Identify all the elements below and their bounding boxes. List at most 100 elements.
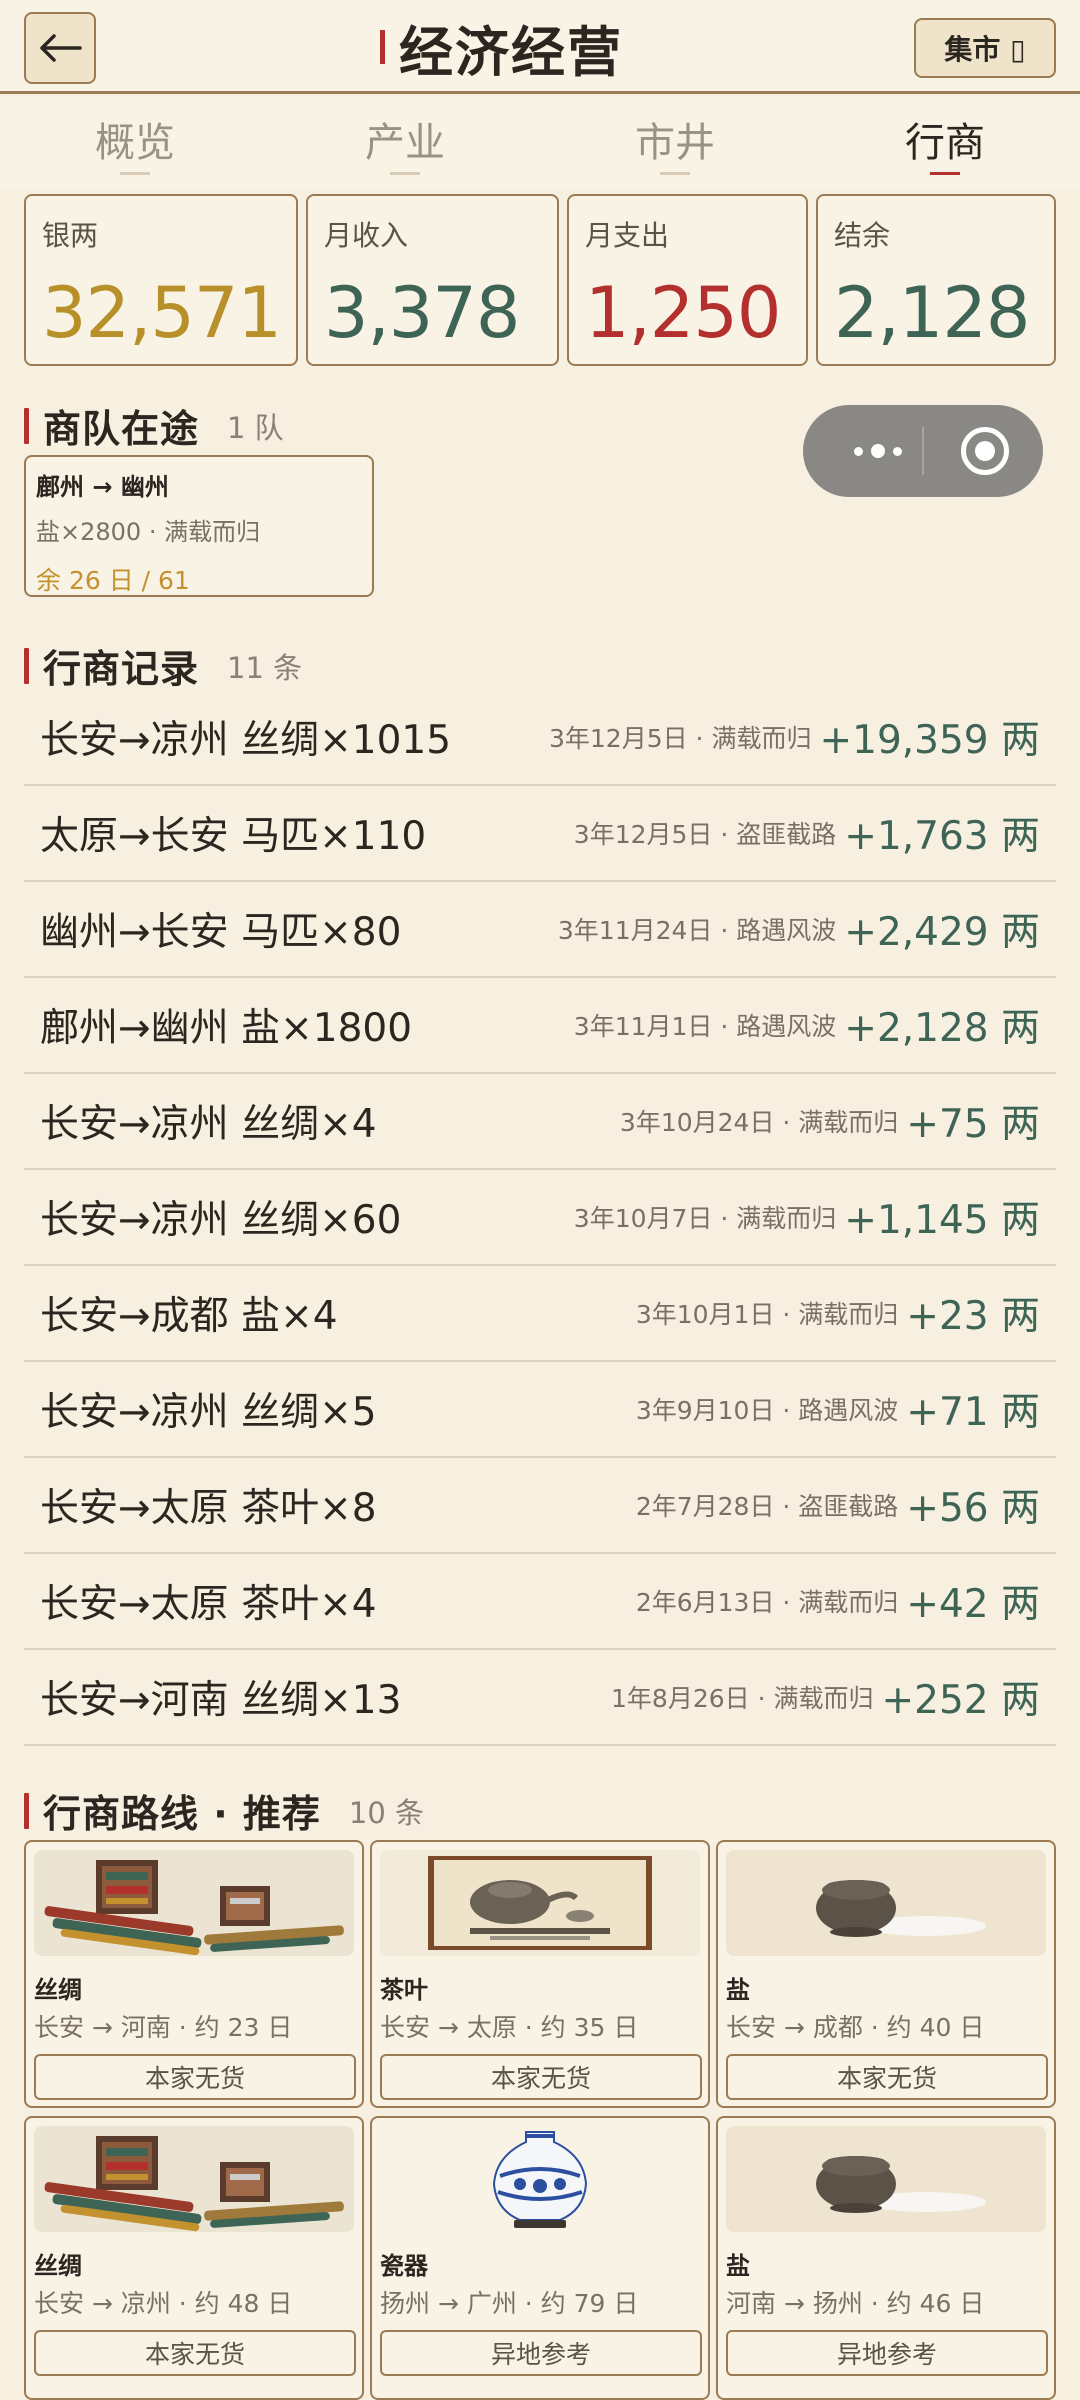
record-title: 鄜州→幽州 盐×1800 — [40, 1006, 413, 1051]
tab-label: 行商 — [905, 120, 985, 166]
stat-monthly-expense: 月支出 1,250 — [567, 194, 808, 366]
back-button[interactable] — [24, 12, 96, 84]
route-card[interactable]: 茶叶 长安 → 太原 · 约 35 日 本家无货 — [370, 1840, 710, 2108]
page-title: 经济经营 — [399, 20, 623, 84]
route-path: 长安 → 成都 · 约 40 日 — [726, 2013, 985, 2042]
section-title: 行商路线 · 推荐 — [43, 1792, 321, 1836]
list-item: 长安→凉州 丝绸×60 3年10月7日 · 满载而归 +1,145 两 — [24, 1170, 1056, 1266]
caravan-section-header: 商队在途 1 队 — [24, 398, 284, 453]
arrow-left-icon — [40, 34, 82, 62]
record-title: 太原→长安 马匹×110 — [40, 814, 427, 859]
route-action-button[interactable]: 本家无货 — [34, 2330, 356, 2376]
record-amount: +23 两 — [906, 1294, 1040, 1339]
record-amount: +1,145 两 — [844, 1198, 1040, 1243]
list-item: 幽州→长安 马匹×80 3年11月24日 · 路遇风波 +2,429 两 — [24, 882, 1056, 978]
stat-label: 月支出 — [585, 219, 670, 252]
tab-overview[interactable]: 概览 — [0, 97, 270, 189]
tab-market[interactable]: 市井 — [540, 97, 810, 189]
route-path: 长安 → 太原 · 约 35 日 — [380, 2013, 639, 2042]
route-goods: 茶叶 — [380, 1976, 428, 2004]
record-meta: 3年12月5日 · 满载而归 — [548, 724, 812, 753]
list-item: 长安→太原 茶叶×8 2年7月28日 · 盗匪截路 +56 两 — [24, 1458, 1056, 1554]
record-amount: +42 两 — [906, 1582, 1040, 1627]
route-path: 河南 → 扬州 · 约 46 日 — [726, 2289, 985, 2318]
close-circle-icon[interactable] — [961, 427, 1009, 475]
list-item: 长安→河南 丝绸×13 1年8月26日 · 满载而归 +252 两 — [24, 1650, 1056, 1746]
record-meta: 3年9月10日 · 路遇风波 — [635, 1396, 899, 1425]
section-accent-bar — [24, 407, 29, 444]
tea-image — [380, 1850, 700, 1956]
section-accent-bar — [24, 647, 29, 684]
market-button[interactable]: 集市 ▯ — [914, 18, 1056, 78]
record-title: 长安→凉州 丝绸×4 — [40, 1102, 377, 1147]
stat-balance: 结余 2,128 — [816, 194, 1056, 366]
tab-label: 市井 — [635, 120, 715, 166]
list-item: 长安→凉州 丝绸×4 3年10月24日 · 满载而归 +75 两 — [24, 1074, 1056, 1170]
route-card[interactable]: 丝绸 长安 → 凉州 · 约 48 日 本家无货 — [24, 2116, 364, 2400]
route-action-button[interactable]: 异地参考 — [726, 2330, 1048, 2376]
record-title: 长安→凉州 丝绸×60 — [40, 1198, 402, 1243]
more-icon[interactable] — [833, 405, 923, 497]
route-goods: 盐 — [726, 2252, 750, 2280]
record-title: 长安→凉州 丝绸×1015 — [40, 718, 452, 763]
route-card[interactable]: 丝绸 长安 → 河南 · 约 23 日 本家无货 — [24, 1840, 364, 2108]
route-card[interactable]: 盐 长安 → 成都 · 约 40 日 本家无货 — [716, 1840, 1056, 2108]
caravan-card[interactable]: 鄜州 → 幽州 盐×2800 · 满载而归 余 26 日 / 61 — [24, 455, 374, 597]
page-title-group: 经济经营 — [380, 10, 623, 84]
tab-label: 产业 — [365, 120, 445, 166]
section-count: 11 条 — [227, 650, 303, 685]
record-amount: +19,359 两 — [819, 718, 1040, 763]
stat-label: 银两 — [42, 219, 99, 252]
tab-bar: 概览 产业 市井 行商 — [0, 97, 1080, 189]
silk-image — [34, 2126, 354, 2232]
stat-value: 2,128 — [834, 272, 1030, 354]
route-action-button[interactable]: 本家无货 — [380, 2054, 702, 2100]
route-action-button[interactable]: 异地参考 — [380, 2330, 702, 2376]
salt-image — [726, 2126, 1046, 2232]
route-goods: 瓷器 — [380, 2252, 428, 2280]
salt-image — [726, 1850, 1046, 1956]
tab-label: 概览 — [95, 120, 175, 166]
route-goods: 丝绸 — [34, 1976, 82, 2004]
top-bar: 经济经营 集市 ▯ — [0, 0, 1080, 94]
tab-indicator — [120, 172, 150, 175]
record-amount: +2,429 两 — [844, 910, 1040, 955]
route-card[interactable]: 盐 河南 → 扬州 · 约 46 日 异地参考 — [716, 2116, 1056, 2400]
caravan-cargo: 盐×2800 · 满载而归 — [36, 518, 261, 546]
caravan-route: 鄜州 → 幽州 — [36, 473, 169, 501]
record-meta: 3年12月5日 · 盗匪截路 — [573, 820, 837, 849]
miniprogram-capsule — [803, 405, 1043, 497]
stat-monthly-income: 月收入 3,378 — [306, 194, 559, 366]
stat-label: 月收入 — [324, 219, 409, 252]
finance-stats: 银两 32,571 月收入 3,378 月支出 1,250 结余 2,128 — [24, 194, 1056, 366]
record-meta: 3年10月24日 · 满载而归 — [619, 1108, 899, 1137]
route-action-button[interactable]: 本家无货 — [34, 2054, 356, 2100]
tab-indicator — [390, 172, 420, 175]
list-item: 鄜州→幽州 盐×1800 3年11月1日 · 路遇风波 +2,128 两 — [24, 978, 1056, 1074]
record-meta: 1年8月26日 · 满载而归 — [611, 1684, 874, 1713]
caravan-remaining: 余 26 日 / 61 — [36, 566, 190, 595]
stat-silver: 银两 32,571 — [24, 194, 298, 366]
stat-value: 32,571 — [42, 272, 282, 354]
trade-record-list: 长安→凉州 丝绸×1015 3年12月5日 · 满载而归 +19,359 两 太… — [24, 690, 1056, 1746]
section-title: 行商记录 — [43, 647, 200, 691]
section-title: 商队在途 — [43, 407, 200, 451]
route-path: 长安 → 河南 · 约 23 日 — [34, 2013, 293, 2042]
records-section-header: 行商记录 11 条 — [24, 638, 302, 693]
porcelain-image — [380, 2126, 700, 2232]
route-path: 扬州 → 广州 · 约 79 日 — [380, 2289, 639, 2318]
silk-image — [34, 1850, 354, 1956]
record-meta: 2年6月13日 · 满载而归 — [635, 1588, 899, 1617]
record-amount: +2,128 两 — [844, 1006, 1040, 1051]
record-meta: 2年7月28日 · 盗匪截路 — [635, 1492, 899, 1521]
list-item: 长安→凉州 丝绸×1015 3年12月5日 · 满载而归 +19,359 两 — [24, 690, 1056, 786]
stat-label: 结余 — [834, 219, 891, 252]
route-card[interactable]: 瓷器 扬州 → 广州 · 约 79 日 异地参考 — [370, 2116, 710, 2400]
list-item: 长安→太原 茶叶×4 2年6月13日 · 满载而归 +42 两 — [24, 1554, 1056, 1650]
record-title: 长安→太原 茶叶×4 — [40, 1582, 377, 1627]
route-goods: 丝绸 — [34, 2252, 82, 2280]
route-action-button[interactable]: 本家无货 — [726, 2054, 1048, 2100]
tab-trade[interactable]: 行商 — [810, 97, 1080, 189]
record-title: 长安→太原 茶叶×8 — [40, 1486, 377, 1531]
tab-industry[interactable]: 产业 — [270, 97, 540, 189]
